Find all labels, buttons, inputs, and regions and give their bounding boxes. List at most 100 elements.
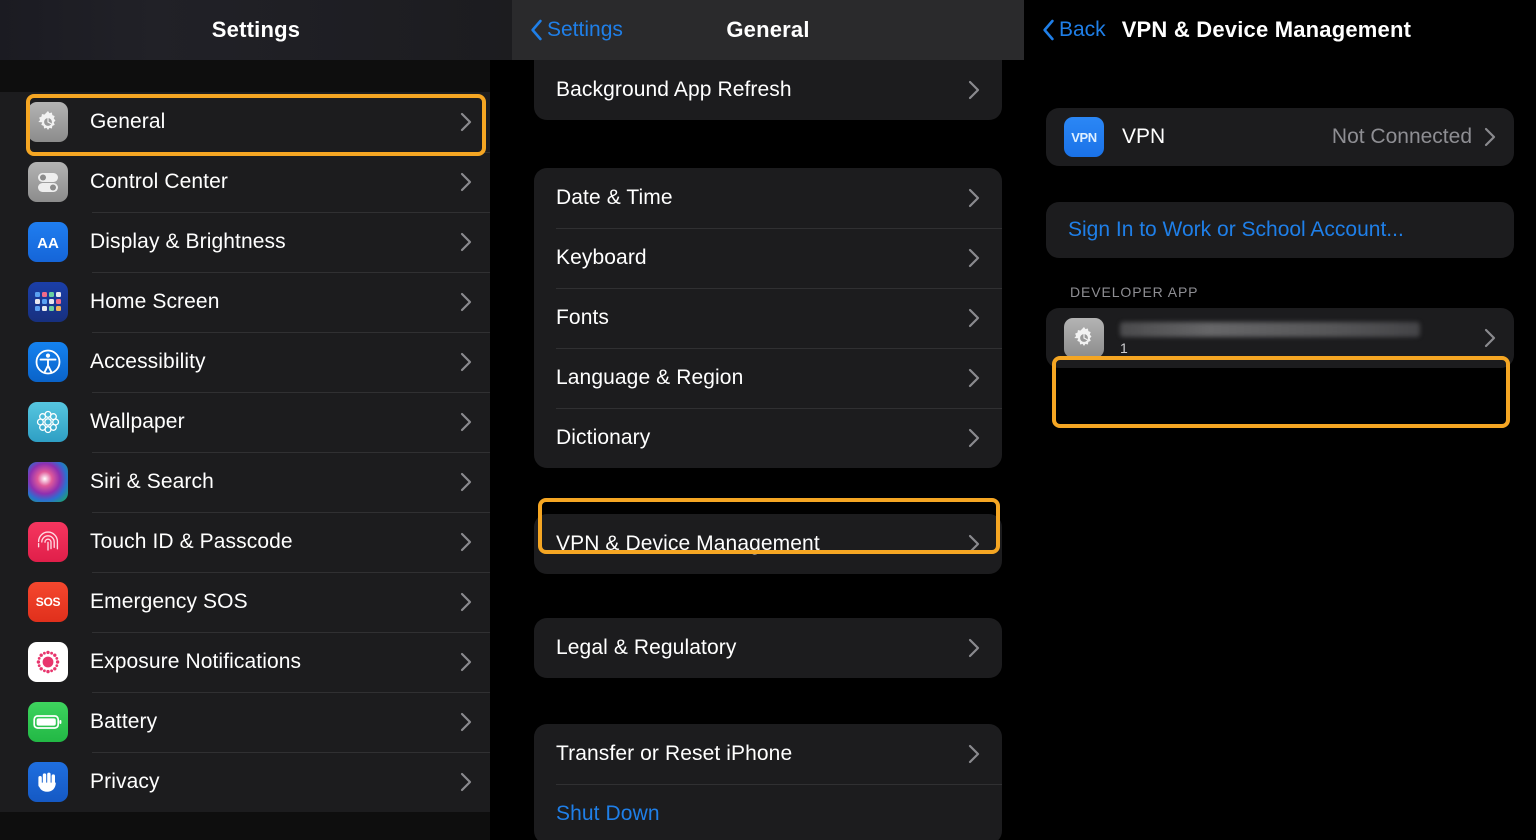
legal-group: Legal & Regulatory [534,618,1002,678]
display-brightness-icon: AA [28,222,68,262]
chevron-right-icon [460,292,472,312]
vpn-device-management-group: VPN & Device Management [534,514,1002,574]
privacy-icon [28,762,68,802]
row-vpn-device-management[interactable]: VPN & Device Management [534,514,1002,574]
sidebar-item-general[interactable]: General [0,92,490,152]
chevron-right-icon [968,534,980,554]
developer-app-texts: 1 [1120,321,1420,356]
sidebar-item-label: Wallpaper [90,410,185,433]
home-screen-icon [28,282,68,322]
row-shut-down[interactable]: Shut Down [534,784,1002,840]
chevron-right-icon [968,744,980,764]
chevron-right-icon [968,638,980,658]
chevron-right-icon [968,308,980,328]
sidebar-item-siri-search[interactable]: Siri & Search [0,452,490,512]
row-developer-app[interactable]: 1 [1046,308,1514,368]
row-date-time[interactable]: Date & Time [534,168,1002,228]
chevron-right-icon [460,232,472,252]
back-button[interactable]: Back [1042,18,1106,42]
sidebar-title: Settings [211,17,301,42]
background-refresh-group: Background App Refresh [534,60,1002,120]
detail-title: VPN & Device Management [1121,17,1412,42]
chevron-right-icon [460,352,472,372]
sidebar-item-emergency-sos[interactable]: SOS Emergency SOS [0,572,490,632]
row-label: Fonts [556,306,610,329]
sidebar-body: General Control Center AA Display & Brig… [0,60,490,840]
row-transfer-reset-iphone[interactable]: Transfer or Reset iPhone [534,724,1002,784]
row-label: Legal & Regulatory [556,636,737,659]
row-label: Keyboard [556,246,647,269]
row-label: Shut Down [556,802,660,825]
sidebar-item-label: Accessibility [90,350,206,373]
developer-app-subtitle: 1 [1120,339,1128,356]
row-label: VPN [1122,125,1166,148]
chevron-right-icon [460,652,472,672]
vpn-icon: VPN [1064,117,1104,157]
back-button-label: Settings [547,18,623,41]
developer-app-section-header: DEVELOPER APP [1070,284,1199,300]
sidebar-item-wallpaper[interactable]: Wallpaper [0,392,490,452]
ipad-settings-screen: Settings General Control Center AA Displ… [0,0,1536,840]
sidebar-item-label: Siri & Search [90,470,214,493]
sidebar-item-touch-id-passcode[interactable]: Touch ID & Passcode [0,512,490,572]
sidebar-item-accessibility[interactable]: Accessibility [0,332,490,392]
sign-in-label: Sign In to Work or School Account... [1068,218,1404,241]
chevron-right-icon [968,248,980,268]
vpn-icon-label: VPN [1071,129,1097,145]
general-navbar: Settings General [512,0,1024,60]
row-label: Dictionary [556,426,651,449]
wallpaper-icon [28,402,68,442]
sidebar-item-label: Battery [90,710,158,733]
sidebar-list: General Control Center AA Display & Brig… [0,92,490,812]
chevron-right-icon [460,472,472,492]
sidebar-item-label: Home Screen [90,290,220,313]
row-legal-regulatory[interactable]: Legal & Regulatory [534,618,1002,678]
exposure-notifications-icon [28,642,68,682]
chevron-right-icon [968,368,980,388]
detail-navbar: Back VPN & Device Management [1024,0,1536,60]
row-label: Language & Region [556,366,744,389]
row-fonts[interactable]: Fonts [534,288,1002,348]
row-vpn[interactable]: VPN VPN Not Connected [1046,108,1514,166]
chevron-right-icon [460,172,472,192]
row-dictionary[interactable]: Dictionary [534,408,1002,468]
sign-in-group: Sign In to Work or School Account... [1046,202,1514,258]
detail-navbar-row: Back VPN & Device Management [1042,17,1411,43]
general-body: Background App Refresh Date & Time Keybo… [512,60,1024,840]
sign-in-work-school-account-button[interactable]: Sign In to Work or School Account... [1046,202,1514,258]
sidebar-item-control-center[interactable]: Control Center [0,152,490,212]
sidebar-item-privacy[interactable]: Privacy [0,752,490,812]
sidebar-item-display-brightness[interactable]: AA Display & Brightness [0,212,490,272]
row-label: Date & Time [556,186,673,209]
battery-icon [28,702,68,742]
control-center-icon [28,162,68,202]
row-language-region[interactable]: Language & Region [534,348,1002,408]
row-label: Background App Refresh [556,78,792,101]
chevron-right-icon [968,80,980,100]
gear-icon [28,102,68,142]
sidebar-item-label: Control Center [90,170,228,193]
back-button-label: Back [1059,18,1106,41]
back-to-settings-button[interactable]: Settings [530,18,623,42]
chevron-right-icon [1484,328,1496,348]
localization-group: Date & Time Keyboard Fonts Language & Re… [534,168,1002,468]
vpn-status-value: Not Connected [1331,125,1472,148]
gear-icon [1064,318,1104,358]
chevron-right-icon [968,188,980,208]
row-background-app-refresh[interactable]: Background App Refresh [534,60,1002,120]
developer-app-name-redacted [1120,321,1420,337]
sidebar-item-exposure-notifications[interactable]: Exposure Notifications [0,632,490,692]
row-keyboard[interactable]: Keyboard [534,228,1002,288]
sidebar-item-battery[interactable]: Battery [0,692,490,752]
chevron-left-icon [530,19,543,41]
chevron-right-icon [460,772,472,792]
sidebar-item-home-screen[interactable]: Home Screen [0,272,490,332]
sidebar-item-label: Touch ID & Passcode [90,530,293,553]
settings-sidebar-column: Settings General Control Center AA Displ… [0,0,512,840]
touch-id-icon [28,522,68,562]
svg-text:AA: AA [37,235,59,252]
